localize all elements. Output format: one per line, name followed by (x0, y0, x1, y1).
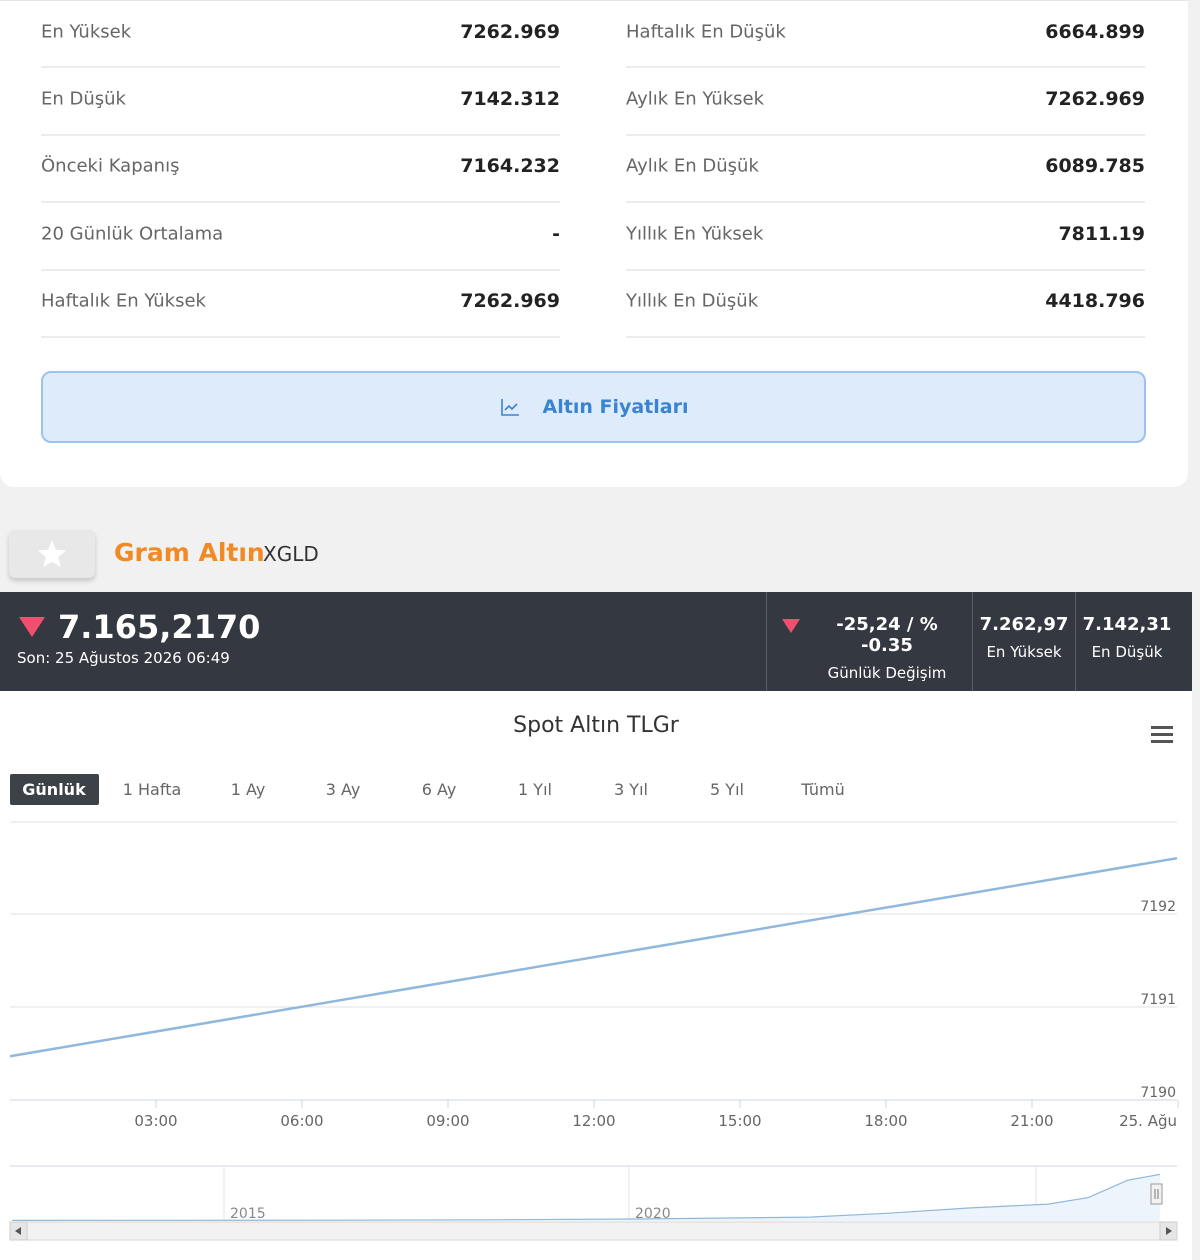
daily-low-value: 7.142,31 (1082, 614, 1172, 635)
stats-right-column: Haftalık En Düşük 6664.899 Aylık En Yüksek… (626, 1, 1145, 338)
star-icon (37, 540, 67, 568)
x-tick-label: 06:00 (280, 1112, 323, 1130)
separator (766, 592, 767, 691)
stat-value: 6089.785 (1045, 155, 1145, 178)
stat-row: Aylık En Düşük 6089.785 (626, 136, 1145, 204)
stat-label: Haftalık En Düşük (626, 21, 786, 43)
price-value: 7.165,2170 (58, 608, 261, 646)
stat-label: En Yüksek (41, 21, 132, 43)
range-button[interactable]: 3 Yıl (591, 774, 671, 805)
stat-row: Aylık En Yüksek 7262.969 (626, 68, 1145, 136)
daily-change-value: -25,24 / % -0.35 (836, 614, 938, 656)
daily-change-label: Günlük Değişim (827, 664, 947, 682)
stat-value: 7262.969 (460, 20, 560, 43)
last-update-time: Son: 25 Ağustos 2026 06:49 (17, 649, 230, 667)
x-tick-label: 18:00 (864, 1112, 907, 1130)
navigator-tick-label: 2015 (230, 1206, 266, 1222)
hamburger-menu-icon[interactable] (1150, 723, 1174, 745)
line-chart-icon (500, 399, 519, 416)
daily-high-value: 7.262,97 (979, 614, 1069, 635)
stats-left-column: En Yüksek 7262.969 En Düşük 7142.312 Önceki … (41, 1, 560, 338)
price-line (9, 856, 1178, 1058)
stat-label: Yıllık En Düşük (626, 290, 759, 312)
x-tick-label: 12:00 (572, 1112, 615, 1130)
stat-label: En Düşük (41, 88, 126, 110)
range-button[interactable]: Tümü (783, 774, 863, 805)
x-tick-label: 09:00 (426, 1112, 469, 1130)
gold-prices-button[interactable]: Altın Fiyatları (41, 371, 1146, 443)
stat-value: 7142.312 (460, 87, 560, 110)
stat-value: 6664.899 (1045, 20, 1145, 43)
favorite-button[interactable] (9, 530, 95, 578)
gold-prices-label: Altın Fiyatları (542, 396, 689, 418)
chart-title: Spot Altın TLGr (513, 713, 679, 738)
stat-row: Önceki Kapanış 7164.232 (41, 136, 560, 204)
current-price: 7.165,2170 (18, 608, 260, 646)
stat-value: 7262.969 (1045, 87, 1145, 110)
range-button[interactable]: 5 Yıl (687, 774, 767, 805)
stat-value: 7262.969 (460, 290, 560, 313)
stat-row: Haftalık En Düşük 6664.899 (626, 1, 1145, 69)
navigator-handle (1150, 1183, 1163, 1205)
range-button[interactable]: 1 Yıl (495, 774, 575, 805)
stat-label: Haftalık En Yüksek (41, 290, 206, 312)
stats-card: En Yüksek 7262.969 En Düşük 7142.312 Önceki … (0, 0, 1188, 487)
y-tick-label: 7190 (1140, 1085, 1176, 1101)
x-tick-label: 25. Ağu (1119, 1112, 1177, 1130)
stat-label: Yıllık En Yüksek (626, 223, 764, 245)
daily-high-label: En Yüksek (986, 643, 1062, 661)
stat-row: En Düşük 7142.312 (41, 68, 560, 136)
daily-high: 7.262,97 En Yüksek (973, 614, 1075, 661)
stat-value: 7164.232 (460, 155, 560, 178)
price-bar: 7.165,2170 Son: 25 Ağustos 2026 06:49 -2… (0, 592, 1192, 691)
stat-value: 4418.796 (1045, 290, 1145, 313)
daily-low-label: En Düşük (1091, 643, 1163, 661)
daily-low: 7.142,31 En Düşük (1076, 614, 1178, 661)
y-tick-label: 7191 (1140, 992, 1176, 1008)
stat-row: 20 Günlük Ortalama - (41, 203, 560, 271)
stat-row: Yıllık En Yüksek 7811.19 (626, 203, 1145, 271)
stat-label: Aylık En Yüksek (626, 88, 765, 110)
triangle-down-icon (19, 617, 45, 637)
asset-code: XGLD (263, 542, 319, 566)
asset-name: Gram Altın (114, 538, 265, 567)
stat-row: En Yüksek 7262.969 (41, 1, 560, 69)
stat-label: Aylık En Düşük (626, 155, 759, 177)
range-button[interactable]: 3 Ay (303, 774, 383, 805)
stat-label: Önceki Kapanış (41, 155, 180, 177)
x-tick-label: 03:00 (134, 1112, 177, 1130)
chart-container: 7190 7191 7192 03:00 06:00 09:00 12:00 15:00 18:… (0, 691, 1192, 1260)
stat-row: Yıllık En Düşük 4418.796 (626, 271, 1145, 338)
stat-value: - (552, 222, 560, 245)
x-tick-label: 21:00 (1010, 1112, 1053, 1130)
range-button[interactable]: 6 Ay (399, 774, 479, 805)
range-button[interactable]: 1 Hafta (112, 774, 192, 805)
range-button[interactable]: 1 Ay (208, 774, 288, 805)
daily-change: -25,24 / % -0.35 Günlük Değişim (812, 614, 962, 682)
change-down-icon (782, 619, 800, 633)
x-tick-label: 15:00 (718, 1112, 761, 1130)
navigator-area (12, 1174, 1160, 1221)
stat-value: 7811.19 (1058, 222, 1145, 245)
y-tick-label: 7192 (1140, 899, 1176, 915)
range-button[interactable]: Günlük (9, 774, 99, 805)
scrollbar-track (9, 1221, 1178, 1241)
stat-row: Haftalık En Yüksek 7262.969 (41, 271, 560, 338)
stat-label: 20 Günlük Ortalama (41, 223, 224, 245)
